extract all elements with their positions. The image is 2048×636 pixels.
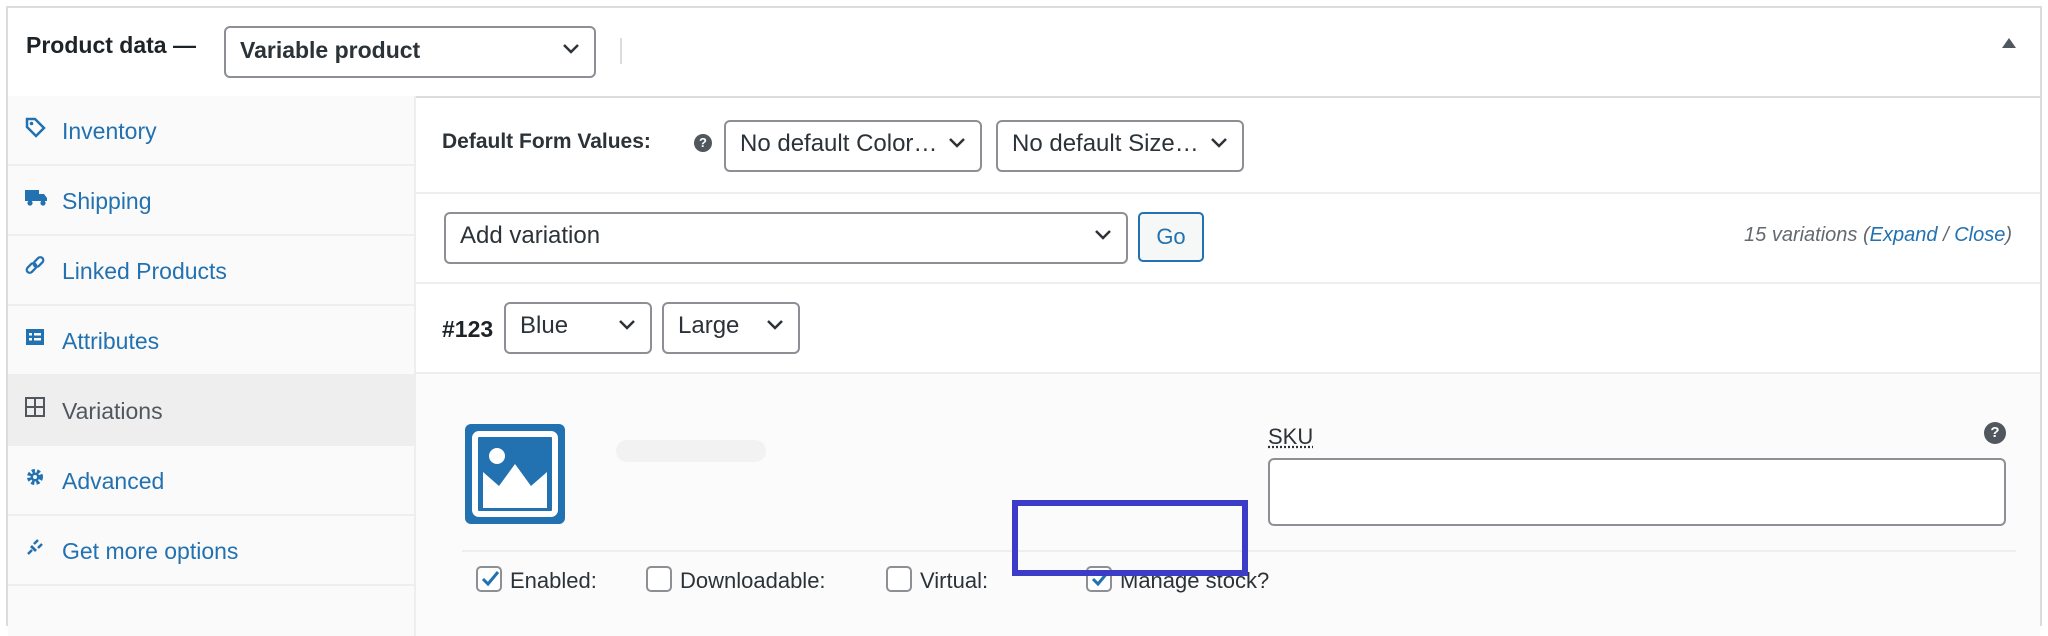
- variation-body: SKU ? Enabled: Downloadable: Virtual: Ma…: [416, 374, 2040, 636]
- image-placeholder-icon: [472, 431, 558, 517]
- close-link[interactable]: Close: [1954, 224, 2005, 246]
- collapse-toggle-icon[interactable]: [2002, 38, 2016, 48]
- variation-count: 15 variations (Expand / Close): [1744, 224, 2012, 247]
- product-data-title: Product data —: [26, 32, 196, 58]
- tab-linked-products[interactable]: Linked Products: [8, 236, 414, 306]
- gear-icon: [24, 466, 48, 490]
- manage-stock-highlight: [1012, 500, 1248, 576]
- paren-open: (: [1862, 224, 1870, 246]
- list-icon: [24, 326, 48, 350]
- enabled-checkbox[interactable]: [476, 566, 502, 592]
- tab-label: Variations: [62, 398, 163, 424]
- product-type-value: Variable product: [240, 37, 421, 63]
- drag-ghost: [616, 440, 766, 462]
- virtual-checkbox[interactable]: [886, 566, 912, 592]
- variation-color-select[interactable]: Blue: [504, 302, 652, 354]
- tab-shipping[interactable]: Shipping: [8, 166, 414, 236]
- virtual-label: Virtual:: [920, 568, 989, 593]
- chevron-down-icon: [1210, 122, 1228, 149]
- tab-label: Inventory: [62, 118, 157, 144]
- tab-label: Get more options: [62, 538, 239, 564]
- tab-label: Attributes: [62, 328, 160, 354]
- sku-label: SKU: [1268, 424, 1314, 449]
- variations-panel: Default Form Values: ? No default Color……: [416, 96, 2040, 636]
- variation-id: #123: [442, 316, 494, 342]
- go-button[interactable]: Go: [1138, 212, 1204, 262]
- separator-slash: /: [1943, 224, 1949, 246]
- downloadable-label: Downloadable:: [680, 568, 826, 593]
- tab-inventory[interactable]: Inventory: [8, 96, 414, 166]
- plugin-icon: [24, 536, 48, 560]
- tag-icon: [24, 116, 48, 140]
- paren-close: ): [2005, 224, 2012, 246]
- tab-variations[interactable]: Variations: [8, 376, 414, 446]
- truck-icon: [24, 186, 48, 210]
- variation-size-value: Large: [678, 312, 740, 339]
- enabled-label: Enabled:: [510, 568, 597, 593]
- expand-link[interactable]: Expand: [1870, 224, 1938, 246]
- chevron-down-icon: [1094, 214, 1112, 241]
- variation-size-select[interactable]: Large: [662, 302, 800, 354]
- chevron-down-icon: [562, 28, 580, 55]
- tab-label: Advanced: [62, 468, 165, 494]
- tab-label: Shipping: [62, 188, 152, 214]
- product-data-tabs: Inventory Shipping Linked Products Attri…: [8, 96, 416, 636]
- sku-help-icon[interactable]: ?: [1984, 422, 2006, 444]
- chevron-down-icon: [766, 304, 784, 331]
- tab-attributes[interactable]: Attributes: [8, 306, 414, 376]
- header-divider: [620, 38, 622, 64]
- tab-get-more-options[interactable]: Get more options: [8, 516, 414, 586]
- add-variation-select[interactable]: Add variation: [444, 212, 1128, 264]
- variation-header-row[interactable]: #123 Blue Large: [416, 284, 2040, 374]
- add-variation-row: Add variation Go 15 variations (Expand /…: [416, 194, 2040, 284]
- downloadable-checkbox[interactable]: [646, 566, 672, 592]
- sku-input[interactable]: [1268, 458, 2006, 526]
- variation-color-value: Blue: [520, 312, 569, 339]
- tab-label: Linked Products: [62, 258, 227, 284]
- default-form-values-row: Default Form Values: ? No default Color……: [416, 96, 2040, 194]
- variation-count-text: 15 variations: [1744, 224, 1858, 246]
- default-form-values-label: Default Form Values:: [442, 130, 651, 153]
- product-type-select[interactable]: Variable product: [224, 26, 596, 78]
- link-icon: [24, 256, 48, 280]
- chevron-down-icon: [948, 122, 966, 149]
- add-variation-value: Add variation: [460, 222, 601, 249]
- tab-advanced[interactable]: Advanced: [8, 446, 414, 516]
- default-size-select[interactable]: No default Size…: [996, 120, 1244, 172]
- default-color-select[interactable]: No default Color…: [724, 120, 982, 172]
- help-icon[interactable]: ?: [694, 134, 712, 152]
- variation-image-upload[interactable]: [465, 424, 565, 524]
- default-size-value: No default Size…: [1012, 130, 1199, 157]
- grid-icon: [24, 396, 48, 420]
- default-color-value: No default Color…: [740, 130, 938, 157]
- chevron-down-icon: [618, 304, 636, 331]
- product-data-header: Product data — Variable product: [8, 8, 2040, 98]
- product-data-panel: Product data — Variable product Inventor…: [6, 6, 2042, 636]
